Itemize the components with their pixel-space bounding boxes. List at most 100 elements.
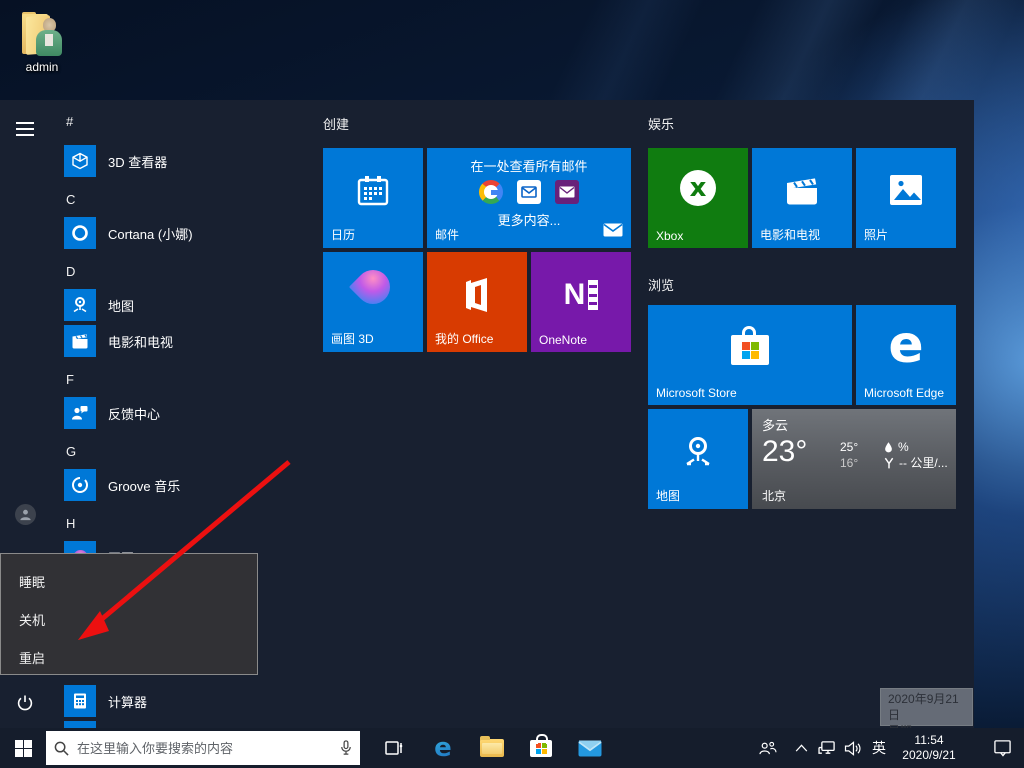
taskbar-clock[interactable]: 11:54 2020/9/21 bbox=[892, 733, 966, 763]
xbox-icon: x bbox=[648, 170, 748, 206]
start-button[interactable] bbox=[0, 728, 46, 768]
tooltip-date: 2020年9月21日 bbox=[888, 691, 965, 723]
network-button[interactable] bbox=[814, 728, 840, 768]
applist-label: 3D 查看器 bbox=[108, 152, 167, 171]
power-icon bbox=[16, 694, 34, 712]
weather-condition: 多云 bbox=[762, 415, 788, 434]
weather-high: 25° bbox=[840, 439, 858, 455]
power-menu-restart[interactable]: 重启 bbox=[1, 642, 257, 676]
tile-group-title[interactable]: 创建 bbox=[323, 114, 349, 133]
tile-xbox[interactable]: x Xbox bbox=[648, 148, 748, 248]
tile-onenote[interactable]: N OneNote bbox=[531, 252, 631, 352]
applist-label: Groove 音乐 bbox=[108, 476, 180, 495]
desktop-icon-admin[interactable]: admin bbox=[10, 12, 74, 74]
tile-movies[interactable]: 电影和电视 bbox=[752, 148, 852, 248]
action-center-button[interactable] bbox=[980, 728, 1024, 768]
language-indicator[interactable]: 英 bbox=[866, 728, 892, 768]
tile-label: 照片 bbox=[864, 226, 888, 243]
applist-item-maps[interactable]: 地图 bbox=[64, 289, 309, 321]
tile-group-title[interactable]: 浏览 bbox=[648, 275, 674, 294]
taskbar-mail[interactable] bbox=[570, 728, 610, 768]
people-icon bbox=[758, 741, 777, 756]
tile-office[interactable]: 我的 Office bbox=[427, 252, 527, 352]
tile-label: 邮件 bbox=[435, 226, 459, 243]
store-icon bbox=[530, 740, 552, 757]
office-icon bbox=[427, 276, 527, 314]
purple-mail-icon bbox=[555, 180, 579, 204]
volume-button[interactable] bbox=[840, 728, 866, 768]
clapperboard-icon bbox=[752, 172, 852, 210]
user-account-button[interactable] bbox=[12, 501, 38, 527]
menu-expand-button[interactable] bbox=[12, 116, 38, 142]
onenote-icon: N bbox=[531, 278, 631, 312]
applist-item-groove[interactable]: Groove 音乐 bbox=[64, 469, 309, 501]
user-icon bbox=[15, 504, 36, 525]
applist-item-3d-viewer[interactable]: 3D 查看器 bbox=[64, 145, 309, 177]
people-button[interactable] bbox=[754, 728, 780, 768]
photos-icon bbox=[856, 172, 956, 208]
language-label: 英 bbox=[872, 738, 886, 758]
action-center-icon bbox=[993, 739, 1012, 757]
feedback-icon bbox=[64, 397, 96, 429]
speaker-icon bbox=[844, 741, 862, 756]
taskbar-edge[interactable]: e bbox=[423, 728, 463, 768]
user-folder-icon bbox=[18, 12, 66, 58]
tile-label: 我的 Office bbox=[435, 330, 493, 347]
section-letter[interactable]: D bbox=[66, 264, 75, 279]
power-button[interactable] bbox=[12, 690, 38, 716]
taskbar-search[interactable] bbox=[46, 731, 360, 765]
network-icon bbox=[818, 740, 837, 756]
paint3d-drop-icon bbox=[323, 270, 423, 304]
applist-item-feedback-hub[interactable]: 反馈中心 bbox=[64, 397, 309, 429]
weather-city: 北京 bbox=[762, 487, 786, 504]
taskbar-file-explorer[interactable] bbox=[472, 728, 512, 768]
clock-time: 11:54 bbox=[892, 733, 966, 748]
tile-paint3d[interactable]: 画图 3D bbox=[323, 252, 423, 352]
mail-badge-icon bbox=[603, 223, 623, 242]
applist-item-cortana[interactable]: Cortana (小娜) bbox=[64, 217, 309, 249]
section-letter[interactable]: F bbox=[66, 372, 74, 387]
clock-date: 2020/9/21 bbox=[892, 748, 966, 763]
wind-direction-icon bbox=[884, 457, 894, 470]
tile-label: OneNote bbox=[539, 333, 587, 347]
tile-label: 地图 bbox=[656, 487, 680, 504]
microphone-icon[interactable] bbox=[340, 740, 352, 756]
power-menu-sleep[interactable]: 睡眠 bbox=[1, 566, 257, 600]
tile-weather[interactable]: 多云 23° 25° 16° % -- 公里/... 北京 bbox=[752, 409, 956, 509]
tile-store[interactable]: Microsoft Store bbox=[648, 305, 852, 405]
tile-group-title[interactable]: 娱乐 bbox=[648, 114, 674, 133]
tile-photos[interactable]: 照片 bbox=[856, 148, 956, 248]
taskbar-store[interactable] bbox=[521, 728, 561, 768]
search-input[interactable] bbox=[77, 741, 332, 756]
applist-label: 电影和电视 bbox=[108, 332, 173, 351]
applist-label: 反馈中心 bbox=[108, 404, 160, 423]
power-menu-popup: 睡眠 关机 重启 bbox=[0, 553, 258, 675]
outlook-icon bbox=[517, 180, 541, 204]
task-view-button[interactable] bbox=[374, 728, 414, 768]
tile-maps[interactable]: 地图 bbox=[648, 409, 748, 509]
clapperboard-icon bbox=[64, 325, 96, 357]
tile-mail[interactable]: 在一处查看所有邮件 更多内容... 邮件 bbox=[427, 148, 631, 248]
section-letter[interactable]: C bbox=[66, 192, 75, 207]
map-pin-icon bbox=[64, 289, 96, 321]
task-view-icon bbox=[384, 739, 404, 757]
applist-item-movies[interactable]: 电影和电视 bbox=[64, 325, 309, 357]
taskbar: e 英 11:54 2020/9/21 bbox=[0, 728, 1024, 768]
section-letter[interactable]: G bbox=[66, 444, 76, 459]
tile-label: Microsoft Edge bbox=[864, 386, 944, 400]
windows-logo-icon bbox=[15, 740, 32, 757]
tile-label: 电影和电视 bbox=[760, 226, 820, 243]
tile-label: Xbox bbox=[656, 229, 683, 243]
section-letter[interactable]: H bbox=[66, 516, 75, 531]
section-letter[interactable]: # bbox=[66, 114, 73, 129]
hamburger-icon bbox=[16, 128, 34, 130]
applist-item-partial[interactable] bbox=[64, 721, 309, 728]
tile-label: Microsoft Store bbox=[656, 386, 737, 400]
power-menu-shutdown[interactable]: 关机 bbox=[1, 604, 257, 638]
tray-overflow-button[interactable] bbox=[788, 728, 814, 768]
tile-edge[interactable]: e Microsoft Edge bbox=[856, 305, 956, 405]
tile-calendar[interactable]: 日历 bbox=[323, 148, 423, 248]
app-icon bbox=[64, 721, 96, 728]
clock-tooltip: 2020年9月21日 星期一 bbox=[880, 688, 973, 726]
applist-item-calculator[interactable]: 计算器 bbox=[64, 685, 309, 717]
